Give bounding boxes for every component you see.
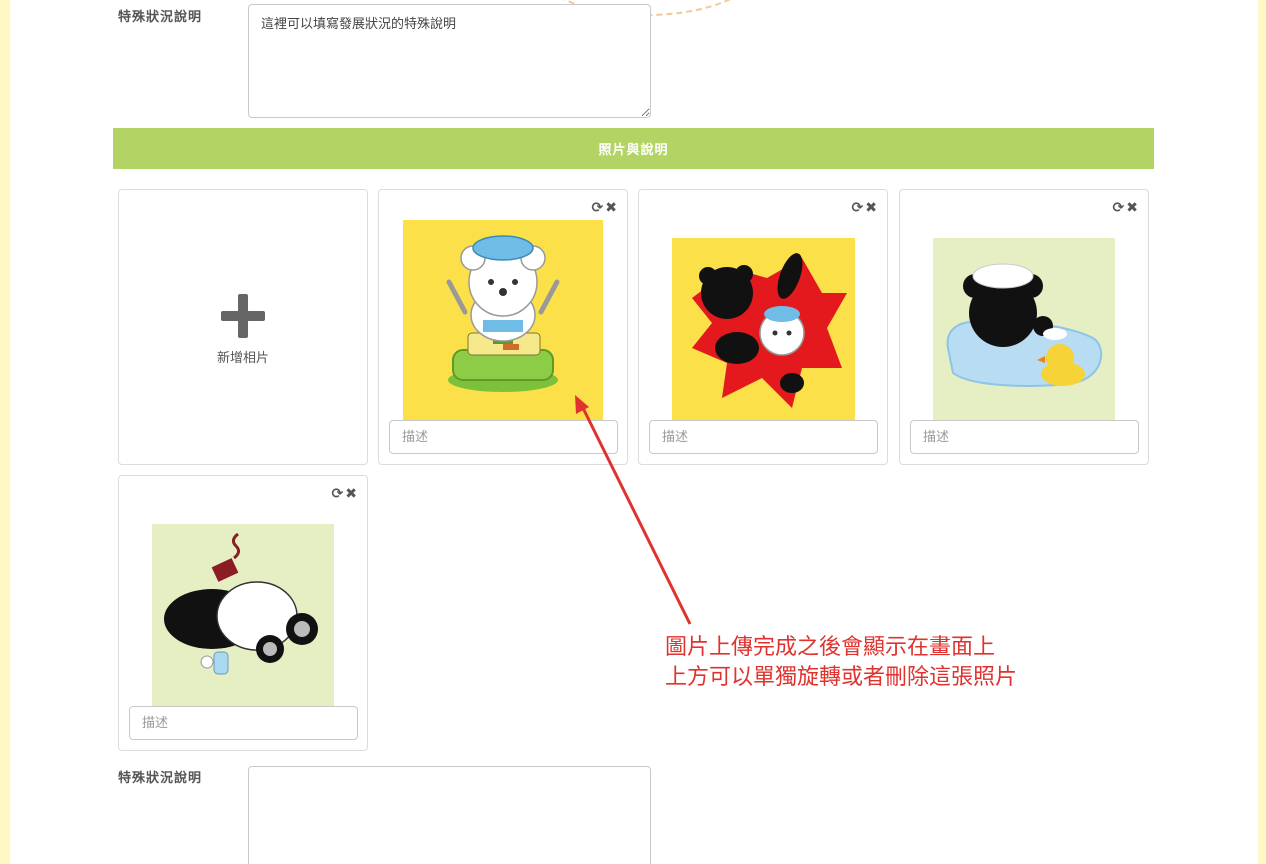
photo-description-input[interactable] [129, 706, 358, 740]
photo-tools: ⟳ ✖ [852, 200, 877, 216]
rotate-icon[interactable]: ⟳ [852, 200, 864, 216]
photo-description-input[interactable] [910, 420, 1139, 454]
add-photo-button[interactable]: 新增相片 [118, 189, 368, 465]
photo-bear-bath [933, 238, 1115, 420]
annotation-line-2: 上方可以單獨旋轉或者刪除這張照片 [665, 665, 1018, 690]
photo-bear-high-chair [403, 220, 603, 420]
photo-description-input[interactable] [649, 420, 878, 454]
special-status-textarea[interactable]: 這裡可以填寫發展狀況的特殊說明 [248, 4, 651, 118]
photo-card: ⟳ ✖ [638, 189, 888, 465]
special-status-label-2: 特殊狀況說明 [118, 771, 203, 786]
special-status-textarea-2[interactable] [248, 766, 651, 864]
rotate-icon[interactable]: ⟳ [592, 200, 604, 216]
close-icon[interactable]: ✖ [605, 200, 617, 216]
special-status-label: 特殊狀況說明 [118, 10, 203, 25]
close-icon[interactable]: ✖ [1126, 200, 1138, 216]
plus-icon [221, 294, 265, 338]
photo-card: ⟳ ✖ [899, 189, 1149, 465]
photo-card: ⟳ ✖ [378, 189, 628, 465]
page: 特殊狀況說明 這裡可以填寫發展狀況的特殊說明 照片與說明 新增相片 ⟳ ✖ 描述… [10, 0, 1258, 864]
photo-card: ⟳ ✖ [118, 475, 368, 751]
photo-bears-fighting [672, 238, 855, 421]
photo-bear-sleeping [152, 524, 334, 706]
rotate-icon[interactable]: ⟳ [1113, 200, 1125, 216]
photo-tools: ⟳ ✖ [332, 486, 357, 502]
photo-description-input[interactable] [389, 420, 618, 454]
rotate-icon[interactable]: ⟳ [332, 486, 344, 502]
annotation-line-1: 圖片上傳完成之後會顯示在畫面上 [665, 635, 996, 660]
close-icon[interactable]: ✖ [865, 200, 877, 216]
close-icon[interactable]: ✖ [345, 486, 357, 502]
photo-tools: ⟳ ✖ [1113, 200, 1138, 216]
photos-section-header: 照片與說明 [113, 128, 1154, 169]
photo-tools: ⟳ ✖ [592, 200, 617, 216]
add-photo-label: 新增相片 [216, 351, 269, 366]
annotation-text: 圖片上傳完成之後會顯示在畫面上 上方可以單獨旋轉或者刪除這張照片 [665, 633, 1017, 693]
